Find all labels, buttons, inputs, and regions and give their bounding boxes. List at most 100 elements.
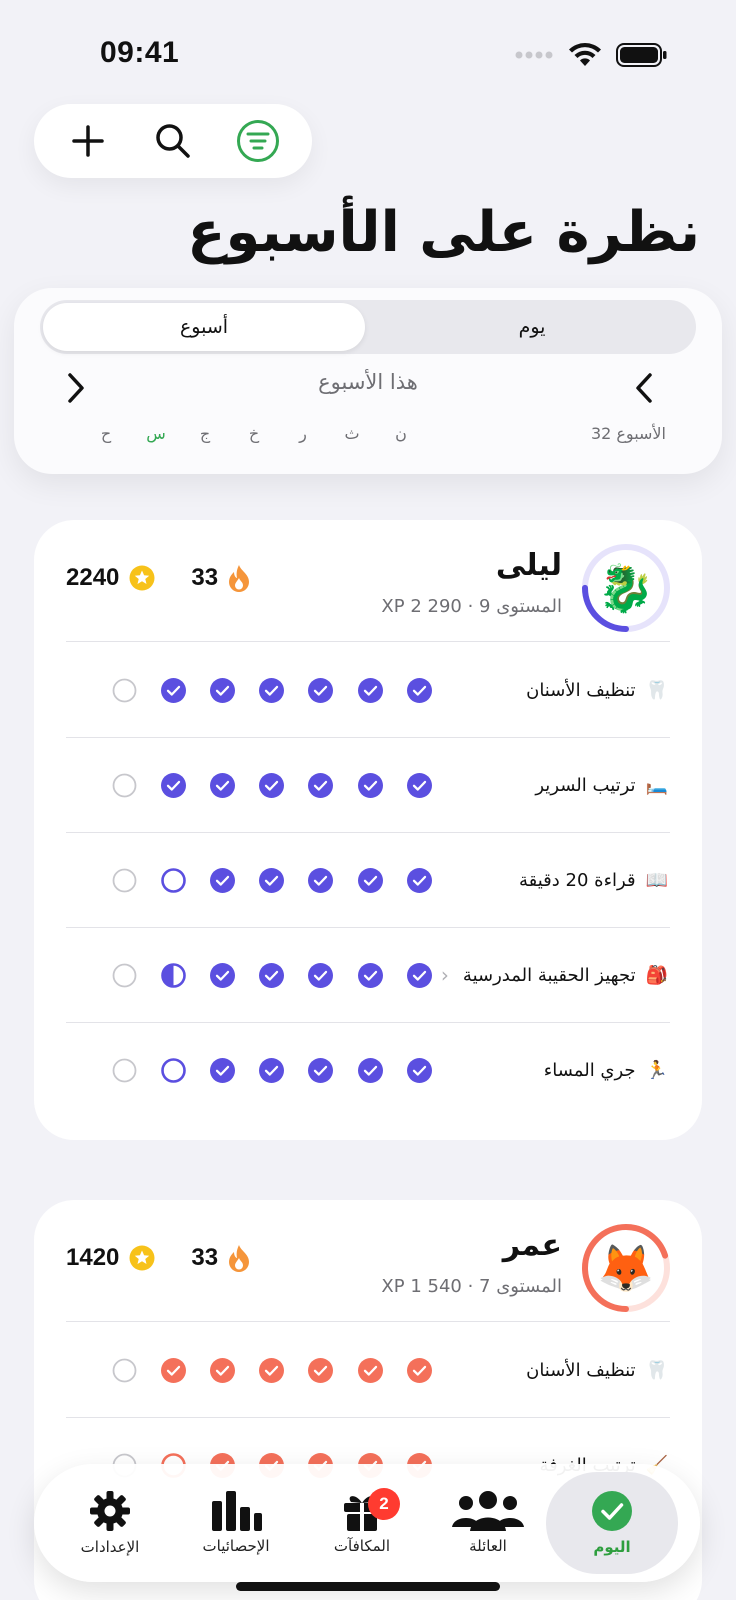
battery-icon xyxy=(616,43,667,67)
check-dot-icon[interactable] xyxy=(307,1058,333,1083)
segment-week[interactable]: أسبوع xyxy=(43,303,365,351)
tab-label-family: العائلة xyxy=(469,1537,507,1555)
task-emoji-icon: 🏃 xyxy=(645,1059,668,1081)
task-emoji-icon: 📖 xyxy=(645,869,668,891)
child-stats: 2240 33 xyxy=(66,564,250,592)
task-row: 🛏️ ترتيب السرير xyxy=(34,737,702,833)
points-value: 2240 xyxy=(66,564,120,591)
tab-family[interactable]: العائلة xyxy=(422,1472,554,1574)
child-stats: 1420 33 xyxy=(66,1244,250,1272)
check-dot-icon[interactable] xyxy=(357,1058,383,1083)
child-name: ليلى xyxy=(495,548,562,583)
task-label[interactable]: 🏃 جري المساء xyxy=(530,1022,668,1118)
check-dot-icon[interactable] xyxy=(209,868,235,893)
task-emoji-icon: 🎒 xyxy=(645,964,668,986)
check-dot-icon[interactable] xyxy=(258,963,284,988)
add-button[interactable] xyxy=(58,111,118,171)
child-card-layla: 🐉 ليلى المستوى 9 · 290 2 XP 2240 33 🦷 تن… xyxy=(34,520,702,1140)
streak-value: 33 xyxy=(191,1244,219,1271)
segment-day[interactable]: يوم xyxy=(371,303,693,351)
family-icon xyxy=(452,1491,524,1531)
check-dot-icon[interactable] xyxy=(406,1058,432,1083)
task-row: 📖 قراءة 20 دقيقة xyxy=(34,832,702,928)
gear-icon xyxy=(90,1491,130,1531)
check-dot-icon[interactable] xyxy=(357,963,383,988)
check-dot-icon[interactable] xyxy=(160,773,186,798)
filter-button[interactable] xyxy=(228,111,288,171)
tab-settings[interactable]: الإعدادات xyxy=(44,1472,176,1574)
check-dot-icon[interactable] xyxy=(307,1358,333,1383)
tab-bar: الإعدادات الإحصائيات المكافآت 2 العائلة … xyxy=(34,1464,700,1582)
check-dot-icon[interactable] xyxy=(209,773,235,798)
star-icon xyxy=(129,1245,155,1271)
status-bar: 09:41 xyxy=(0,0,736,100)
check-dot-icon[interactable] xyxy=(209,1358,235,1383)
check-dot-icon[interactable] xyxy=(258,1058,284,1083)
previous-week-button[interactable] xyxy=(624,368,664,408)
day-label: س xyxy=(146,424,166,443)
check-dot-icon[interactable] xyxy=(406,678,432,703)
check-dot-icon[interactable] xyxy=(357,1358,383,1383)
search-icon xyxy=(156,124,190,158)
bar-chart-icon xyxy=(212,1491,262,1531)
check-dot-icon[interactable] xyxy=(307,868,333,893)
pending-dot-icon[interactable] xyxy=(160,868,186,893)
task-name: جري المساء xyxy=(543,1059,636,1081)
check-dot-icon[interactable] xyxy=(160,1358,186,1383)
pending-dot-icon[interactable] xyxy=(160,1058,186,1083)
task-label[interactable]: 🦷 تنظيف الأسنان xyxy=(512,1322,668,1418)
empty-dot-icon[interactable] xyxy=(112,1058,137,1083)
day-label: ر xyxy=(299,424,307,443)
check-dot-icon[interactable] xyxy=(258,868,284,893)
days-header: ح س ج خ ر ث ن الأسبوع 32 xyxy=(14,424,722,454)
check-dot-icon[interactable] xyxy=(209,963,235,988)
check-dot-icon[interactable] xyxy=(258,773,284,798)
child-level-xp: المستوى 7 · 540 1 XP xyxy=(381,1276,562,1297)
check-dot-icon[interactable] xyxy=(307,963,333,988)
empty-dot-icon[interactable] xyxy=(112,868,137,893)
empty-dot-icon[interactable] xyxy=(112,678,137,703)
task-name: تنظيف الأسنان xyxy=(526,679,636,701)
tab-stats[interactable]: الإحصائيات xyxy=(170,1472,302,1574)
tab-label-settings: الإعدادات xyxy=(80,1538,140,1556)
empty-dot-icon[interactable] xyxy=(112,773,137,798)
day-label: خ xyxy=(248,424,260,443)
day-label: ح xyxy=(100,424,112,443)
day-label: ج xyxy=(199,424,211,443)
check-dot-icon[interactable] xyxy=(406,773,432,798)
filter-icon xyxy=(236,120,279,162)
check-dot-icon[interactable] xyxy=(357,773,383,798)
check-dot-icon[interactable] xyxy=(209,678,235,703)
wifi-icon xyxy=(569,43,601,66)
flame-icon xyxy=(228,1244,250,1272)
check-dot-icon[interactable] xyxy=(406,868,432,893)
task-label[interactable]: 🎒 تجهيز الحقيبة المدرسية ‹ xyxy=(441,927,668,1023)
avatar[interactable]: 🦊 xyxy=(580,1222,672,1314)
star-icon xyxy=(129,565,155,591)
child-level-xp: المستوى 9 · 290 2 XP xyxy=(381,596,562,617)
day-label: ث xyxy=(344,424,360,443)
check-dot-icon[interactable] xyxy=(258,678,284,703)
empty-dot-icon[interactable] xyxy=(112,963,137,988)
check-dot-icon[interactable] xyxy=(357,678,383,703)
avatar[interactable]: 🐉 xyxy=(580,542,672,634)
check-dot-icon[interactable] xyxy=(406,1358,432,1383)
check-dot-icon[interactable] xyxy=(307,678,333,703)
check-dot-icon[interactable] xyxy=(307,773,333,798)
tab-today[interactable]: اليوم xyxy=(546,1472,678,1574)
task-name: ترتيب السرير xyxy=(535,774,636,796)
search-button[interactable] xyxy=(143,111,203,171)
task-label[interactable]: 🦷 تنظيف الأسنان xyxy=(512,642,668,738)
week-navigation: هذا الأسبوع xyxy=(14,366,722,406)
check-dot-icon[interactable] xyxy=(209,1058,235,1083)
empty-dot-icon[interactable] xyxy=(112,1358,137,1383)
check-dot-icon[interactable] xyxy=(406,963,432,988)
check-dot-icon[interactable] xyxy=(357,868,383,893)
check-dot-icon[interactable] xyxy=(258,1358,284,1383)
task-label[interactable]: 🛏️ ترتيب السرير xyxy=(521,737,668,833)
check-dot-icon[interactable] xyxy=(160,678,186,703)
tab-rewards[interactable]: المكافآت 2 xyxy=(296,1472,428,1574)
task-label[interactable]: 📖 قراءة 20 دقيقة xyxy=(505,832,668,928)
half-dot-icon[interactable] xyxy=(160,963,186,988)
task-row: 🦷 تنظيف الأسنان xyxy=(34,1322,702,1418)
